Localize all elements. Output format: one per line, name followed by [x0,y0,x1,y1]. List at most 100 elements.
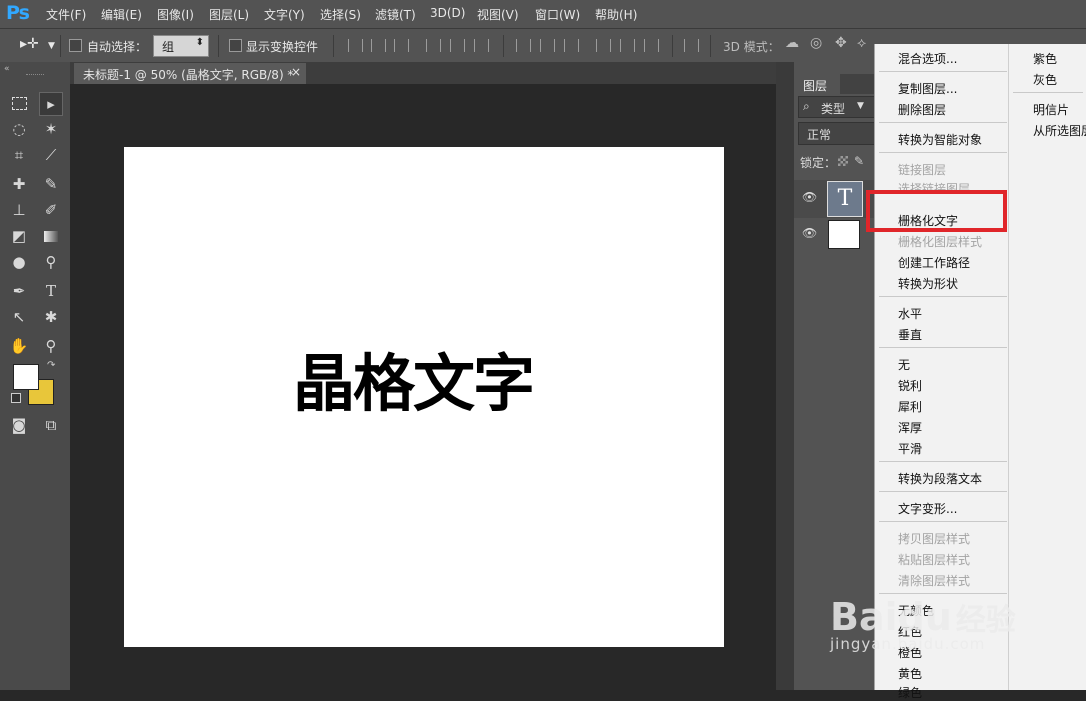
menu-window[interactable]: 窗口(W) [535,6,580,23]
distribute-bottom-icon[interactable] [564,39,579,52]
align-bottom-icon[interactable] [394,39,409,52]
divider [60,35,61,57]
menu-item-convert-to-shape[interactable]: 转换为形状 [898,275,958,292]
auto-select-checkbox[interactable] [69,39,82,52]
divider [672,35,673,57]
foreground-color-swatch[interactable] [13,364,39,390]
context-menu: 混合选项... 复制图层... 删除图层 转换为智能对象 链接图层 选择链接图层… [874,44,1009,700]
magic-wand-icon[interactable]: ✶ [40,118,62,140]
menu-3d[interactable]: 3D(D) [430,6,465,20]
blur-tool-icon[interactable]: ● [8,251,30,273]
menu-help[interactable]: 帮助(H) [595,6,637,23]
pen-tool-icon[interactable]: ✒ [8,280,30,302]
menu-item-yellow[interactable]: 黄色 [898,665,922,682]
brush-tool-icon[interactable]: ✎ [40,173,62,195]
show-transform-checkbox[interactable] [229,39,242,52]
screen-mode-icon[interactable]: ⧉ [40,414,62,436]
grip-icon[interactable] [26,74,44,79]
menu-type[interactable]: 文字(Y) [264,6,305,23]
watermark-suffix: 经验 [955,603,1016,638]
align-hcenter-icon[interactable] [450,39,465,52]
menu-item-gray[interactable]: 灰色 [1033,71,1057,88]
swap-colors-icon[interactable]: ↷ [47,360,55,371]
layer-row-text[interactable]: 👁 T [794,180,874,218]
3d-pan-icon[interactable]: ✥ [835,35,847,51]
menu-item-violet[interactable]: 紫色 [1033,50,1057,67]
menu-file[interactable]: 文件(F) [46,6,86,23]
menu-select[interactable]: 选择(S) [320,6,361,23]
menu-item-delete-layer[interactable]: 删除图层 [898,101,946,118]
distribute-vcenter-icon[interactable] [540,39,555,52]
align-left-icon[interactable] [426,39,441,52]
close-icon[interactable]: × [291,65,301,79]
menu-item-duplicate-layer[interactable]: 复制图层... [898,80,957,97]
menu-edit[interactable]: 编辑(E) [101,6,142,23]
blend-mode-dropdown[interactable]: 正常 [798,122,876,145]
tab-layers[interactable]: 图层 [794,74,840,94]
canvas-text-layer[interactable]: 晶格文字 [293,333,535,423]
marquee-tool-icon[interactable] [8,92,30,114]
menu-item-horizontal[interactable]: 水平 [898,305,922,322]
menu-item-aa-none[interactable]: 无 [898,356,910,373]
type-tool-icon[interactable]: T [40,280,62,302]
menu-item-postcard[interactable]: 明信片 [1033,101,1069,118]
crop-tool-icon[interactable]: ⌗ [8,144,30,166]
default-colors-icon[interactable] [11,393,21,403]
shape-tool-icon[interactable]: ✱ [40,306,62,328]
3d-roll-icon[interactable]: ◎ [810,35,822,51]
menu-item-aa-smooth[interactable]: 平滑 [898,440,922,457]
collapse-icon[interactable]: « [4,64,10,74]
path-select-icon[interactable]: ↖ [8,306,30,328]
menu-image[interactable]: 图像(I) [157,6,194,23]
menu-item-aa-strong[interactable]: 浑厚 [898,419,922,436]
menu-separator [879,152,1007,153]
move-tool-icon[interactable]: ▸ [39,92,63,116]
hand-tool-icon[interactable]: ✋ [8,335,30,357]
clone-stamp-icon[interactable]: ⊥ [8,199,30,221]
dodge-tool-icon[interactable]: ⚲ [40,251,62,273]
layer-row-background[interactable]: 👁 [794,218,874,252]
distribute-hcenter-icon[interactable] [620,39,635,52]
menu-item-aa-crisp[interactable]: 犀利 [898,398,922,415]
menu-item-blending-options[interactable]: 混合选项... [898,50,957,67]
auto-select-dropdown[interactable]: 组 ⬍ [153,35,209,57]
menu-item-create-work-path[interactable]: 创建工作路径 [898,254,970,271]
align-vcenter-icon[interactable] [371,39,386,52]
watermark-brand: Baidu [830,595,952,639]
eye-icon[interactable]: 👁 [802,226,817,240]
menu-layer[interactable]: 图层(L) [209,6,249,23]
menu-item-from-selected-layer[interactable]: 从所选图层 [1033,122,1086,139]
quick-mask-icon[interactable]: ◙ [8,414,30,436]
distribute-top-icon[interactable] [516,39,531,52]
history-brush-icon[interactable]: ✐ [40,199,62,221]
menu-view[interactable]: 视图(V) [477,6,519,23]
eraser-icon[interactable]: ◩ [8,225,30,247]
lasso-tool-icon[interactable]: ◌ [8,118,30,140]
auto-align-icon[interactable] [684,39,699,52]
menu-item-warp-text[interactable]: 文字变形... [898,500,957,517]
3d-rotate-icon[interactable]: ☁ [785,35,799,51]
eyedropper-icon[interactable]: ⟋ [40,144,62,166]
document-tab[interactable]: 未标题-1 @ 50% (晶格文字, RGB/8) * × [74,63,306,84]
menu-item-green[interactable]: 绿色 [898,684,922,701]
healing-brush-icon[interactable]: ✚ [8,173,30,195]
layer-filter-dropdown[interactable]: ⌕ 类型 ▼ [798,96,876,118]
distribute-left-icon[interactable] [596,39,611,52]
align-top-icon[interactable] [348,39,363,52]
menu-item-vertical[interactable]: 垂直 [898,326,922,343]
3d-slide-icon[interactable]: ⟡ [857,35,866,51]
eye-icon[interactable]: 👁 [802,190,817,204]
align-right-icon[interactable] [474,39,489,52]
menu-filter[interactable]: 滤镜(T) [375,6,416,23]
menu-item-convert-paragraph[interactable]: 转换为段落文本 [898,470,982,487]
menu-item-aa-sharp[interactable]: 锐利 [898,377,922,394]
menu-separator [879,461,1007,462]
lock-transparency-icon[interactable] [838,156,848,166]
distribute-right-icon[interactable] [644,39,659,52]
move-tool-icon[interactable]: ▸✛ [20,36,39,52]
lock-pixels-icon[interactable]: ✎ [854,154,864,168]
zoom-tool-icon[interactable]: ⚲ [40,335,62,357]
gradient-tool-icon[interactable] [40,225,62,247]
menu-item-convert-smart-object[interactable]: 转换为智能对象 [898,131,982,148]
chevron-down-icon[interactable]: ▼ [48,41,55,51]
